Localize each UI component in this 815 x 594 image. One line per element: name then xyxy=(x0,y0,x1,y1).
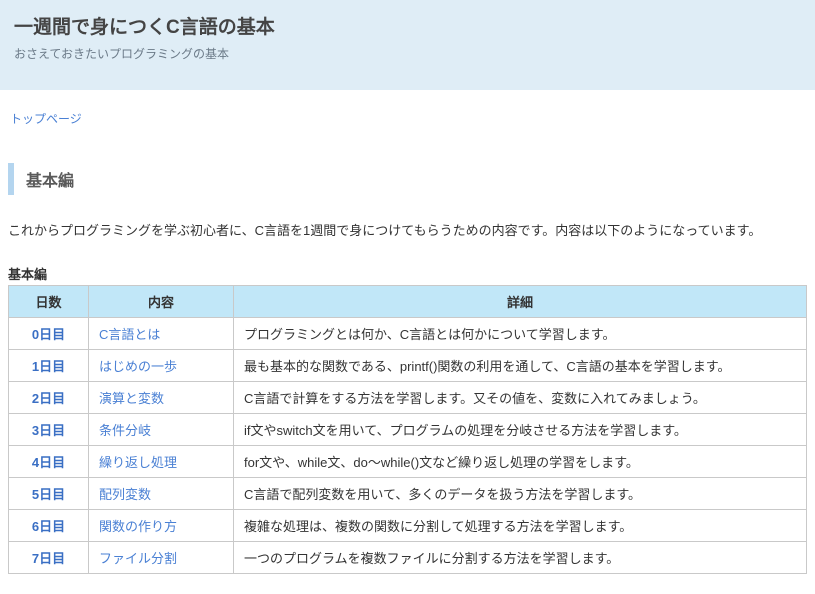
lesson-topic-link[interactable]: 関数の作り方 xyxy=(99,519,177,534)
lesson-topic-cell: はじめの一歩 xyxy=(89,349,234,381)
table-row: 5日目配列変数 C言語で配列変数を用いて、多くのデータを扱う方法を学習します。 xyxy=(9,477,807,509)
lesson-topic-cell: 配列変数 xyxy=(89,477,234,509)
lesson-topic-cell: 繰り返し処理 xyxy=(89,445,234,477)
lesson-topic-link[interactable]: はじめの一歩 xyxy=(99,359,177,374)
lesson-detail: C言語で配列変数を用いて、多くのデータを扱う方法を学習します。 xyxy=(234,477,807,509)
lesson-day: 3日目 xyxy=(9,413,89,445)
lesson-day: 2日目 xyxy=(9,381,89,413)
page-content: トップページ 基本編 これからプログラミングを学ぶ初心者に、C言語を1週間で身に… xyxy=(0,90,815,594)
table-header-row: 日数 内容 詳細 xyxy=(9,285,807,317)
lesson-day: 4日目 xyxy=(9,445,89,477)
lesson-topic-link[interactable]: 条件分岐 xyxy=(99,423,151,438)
page-subtitle: おさえておきたいプログラミングの基本 xyxy=(14,45,801,62)
page-title: 一週間で身につくC言語の基本 xyxy=(14,12,801,39)
breadcrumb-top-link[interactable]: トップページ xyxy=(10,112,82,126)
lesson-day: 6日目 xyxy=(9,509,89,541)
lesson-day: 0日目 xyxy=(9,317,89,349)
table-row: 0日目 C言語とは プログラミングとは何か、C言語とは何かについて学習します。 xyxy=(9,317,807,349)
section-intro: これからプログラミングを学ぶ初心者に、C言語を1週間で身につけてもらうための内容… xyxy=(8,221,807,242)
lesson-topic-link[interactable]: 配列変数 xyxy=(99,487,151,502)
lesson-detail: 最も基本的な関数である、printf()関数の利用を通して、C言語の基本を学習し… xyxy=(234,349,807,381)
table-row: 2日目演算と変数 C言語で計算をする方法を学習します。又その値を、変数に入れてみま… xyxy=(9,381,807,413)
section-title: 基本編 xyxy=(8,163,807,195)
lesson-topic-cell: C言語とは xyxy=(89,317,234,349)
lesson-detail: 複雑な処理は、複数の関数に分割して処理する方法を学習します。 xyxy=(234,509,807,541)
lesson-detail: C言語で計算をする方法を学習します。又その値を、変数に入れてみましょう。 xyxy=(234,381,807,413)
table-header-detail: 詳細 xyxy=(234,285,807,317)
page-header: 一週間で身につくC言語の基本 おさえておきたいプログラミングの基本 xyxy=(0,0,815,90)
table-row: 4日目繰り返し処理 for文や、while文、do～while()文など繰り返し処… xyxy=(9,445,807,477)
lessons-table: 日数 内容 詳細 0日目 C言語とは プログラミングとは何か、C言語とは何かについて… xyxy=(8,285,807,574)
table-header-topic: 内容 xyxy=(89,285,234,317)
table-row: 1日目はじめの一歩 最も基本的な関数である、printf()関数の利用を通して、C… xyxy=(9,349,807,381)
lesson-topic-cell: 演算と変数 xyxy=(89,381,234,413)
lesson-topic-link[interactable]: 繰り返し処理 xyxy=(99,455,177,470)
breadcrumb: トップページ xyxy=(10,110,807,127)
table-row: 6日目関数の作り方 複雑な処理は、複数の関数に分割して処理する方法を学習します。 xyxy=(9,509,807,541)
lesson-topic-link[interactable]: 演算と変数 xyxy=(99,391,164,406)
lesson-day: 5日目 xyxy=(9,477,89,509)
table-caption: 基本編 xyxy=(8,264,807,283)
lesson-topic-link[interactable]: C言語とは xyxy=(99,327,160,342)
lesson-detail: 一つのプログラムを複数ファイルに分割する方法を学習します。 xyxy=(234,541,807,573)
lesson-day: 7日目 xyxy=(9,541,89,573)
table-header-day: 日数 xyxy=(9,285,89,317)
lesson-topic-link[interactable]: ファイル分割 xyxy=(99,551,177,566)
lesson-topic-cell: 関数の作り方 xyxy=(89,509,234,541)
lesson-day: 1日目 xyxy=(9,349,89,381)
lesson-detail: if文やswitch文を用いて、プログラムの処理を分岐させる方法を学習します。 xyxy=(234,413,807,445)
lesson-detail: プログラミングとは何か、C言語とは何かについて学習します。 xyxy=(234,317,807,349)
table-row: 7日目ファイル分割 一つのプログラムを複数ファイルに分割する方法を学習します。 xyxy=(9,541,807,573)
lesson-topic-cell: ファイル分割 xyxy=(89,541,234,573)
lesson-detail: for文や、while文、do～while()文など繰り返し処理の学習をします。 xyxy=(234,445,807,477)
lesson-topic-cell: 条件分岐 xyxy=(89,413,234,445)
table-row: 3日目条件分岐 if文やswitch文を用いて、プログラムの処理を分岐させる方法を… xyxy=(9,413,807,445)
